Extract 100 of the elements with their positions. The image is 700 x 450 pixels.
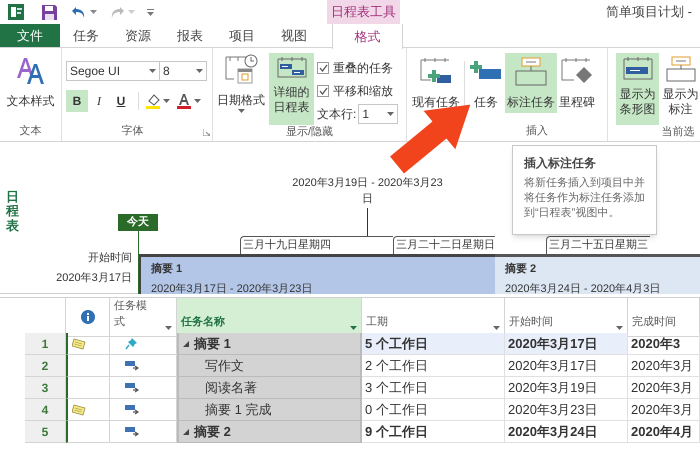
ribbon-tab[interactable]: 报表	[164, 24, 216, 47]
caret-icon	[90, 10, 97, 14]
save-icon[interactable]	[42, 4, 57, 20]
group-label: 插入	[525, 124, 549, 139]
collapse-icon[interactable]	[183, 428, 189, 434]
dialog-launcher-icon[interactable]	[203, 129, 210, 136]
row-number[interactable]: 3	[25, 377, 66, 399]
table-cell: 0 个工作日	[362, 399, 505, 421]
table-cell: 2020年3	[628, 333, 700, 355]
font-color-icon[interactable]	[176, 93, 192, 109]
ribbon-tab[interactable]: 任务	[60, 24, 112, 47]
callout-task-icon	[664, 56, 696, 82]
callout-task-icon	[514, 57, 548, 87]
date-format-button[interactable]: 日期格式	[213, 53, 269, 125]
table-cell: 5 个工作日	[362, 333, 505, 355]
auto-schedule-icon	[125, 404, 140, 415]
task-name: 摘要 2	[194, 422, 231, 441]
bar-dates: 2020年3月24日 - 2020年4月3日	[505, 282, 660, 296]
table-cell: 2 个工作日	[362, 355, 505, 377]
insert-button[interactable]: 里程碑	[557, 53, 597, 113]
bar-title: 摘要 1	[151, 262, 182, 277]
start-date: 2020年3月17日	[56, 271, 132, 286]
timeline-side-label: 日程表	[6, 190, 19, 233]
task-name: 写作文	[205, 356, 244, 375]
caret-icon	[149, 69, 156, 73]
collapse-icon[interactable]	[183, 340, 189, 346]
tooltip-body: 将新任务插入到项目中并将任务作为标注任务添加到“日程表”视图中。	[524, 176, 645, 221]
text-styles-button[interactable]: 文本样式	[6, 56, 54, 110]
tooltip-title: 插入标注任务	[524, 155, 597, 172]
undo-icon[interactable]	[71, 5, 87, 19]
calendar-clock-icon	[224, 53, 258, 85]
text-lines-label: 文本行:	[317, 106, 356, 123]
today-marker: 今天	[118, 214, 158, 231]
row-number[interactable]: 5	[25, 421, 66, 443]
caret-icon	[616, 326, 623, 330]
caret-icon	[350, 326, 357, 330]
display-button[interactable]: 显示为标注	[659, 53, 700, 125]
highlight-color-icon[interactable]	[145, 93, 161, 109]
ribbon-tab[interactable]: 格式	[332, 24, 403, 49]
text-styles-icon	[14, 56, 46, 86]
caret-icon	[165, 326, 172, 330]
start-label: 开始时间	[88, 251, 132, 266]
task-name: 阅读名著	[205, 378, 257, 397]
group-label: 字体	[120, 124, 144, 139]
ribbon-tab[interactable]: 资源	[112, 24, 164, 47]
app-icon[interactable]	[8, 4, 24, 20]
timeline-bar[interactable]: 摘要 1 2020年3月17日 - 2020年3月23日	[139, 254, 495, 294]
context-tab-header: 日程表工具	[327, 0, 400, 24]
timeline-bars-icon	[276, 56, 308, 80]
ribbon-tab[interactable]: 项目	[216, 24, 268, 47]
insert-button[interactable]: 标注任务	[505, 53, 557, 113]
info-icon	[80, 310, 94, 324]
row-number[interactable]: 2	[25, 355, 66, 377]
auto-schedule-icon	[125, 382, 140, 393]
table-cell: 9 个工作日	[362, 421, 505, 443]
auto-schedule-icon	[125, 360, 140, 371]
note-icon	[72, 338, 86, 350]
timeline-bar[interactable]: 摘要 2 2020年3月24日 - 2020年4月3日	[495, 254, 700, 294]
table-cell: 2020年3月	[628, 377, 700, 399]
pin-icon	[125, 337, 138, 350]
table-cell: 3 个工作日	[362, 377, 505, 399]
checkbox[interactable]	[317, 84, 329, 96]
text-lines-field[interactable]: 1	[358, 104, 398, 124]
caret-icon	[238, 109, 244, 113]
table-cell: 2020年3月19日	[505, 377, 628, 399]
window-title: 简单项目计划 -	[606, 3, 692, 22]
bar-title: 摘要 2	[505, 262, 536, 277]
ribbon-tab[interactable]: 文件	[0, 24, 60, 47]
caret-icon	[128, 10, 135, 14]
checkbox-label[interactable]: 重叠的任务	[333, 58, 393, 76]
checkbox[interactable]	[317, 62, 329, 74]
caret-icon	[194, 98, 201, 103]
checkbox-label[interactable]: 平移和缩放	[333, 82, 393, 100]
task-name: 摘要 1 完成	[205, 400, 272, 419]
column-header[interactable]: 完成时间	[628, 298, 700, 337]
font-size-field[interactable]: 8	[159, 61, 207, 81]
auto-schedule-icon	[125, 426, 140, 437]
caret-icon	[387, 112, 394, 116]
table-cell: 2020年4月	[628, 421, 700, 443]
format-button[interactable]: I	[88, 90, 110, 112]
format-button[interactable]: B	[66, 90, 88, 112]
row-number[interactable]: 1	[25, 333, 66, 355]
ribbon-tab[interactable]: 视图	[268, 24, 320, 47]
table-cell: 2020年3月17日	[505, 355, 628, 377]
group-label: 显示/隐藏	[284, 125, 334, 140]
group-label: 文本	[18, 124, 42, 139]
insert-button[interactable]: 现有任务	[410, 53, 462, 113]
timeline-bar-icon	[622, 56, 654, 82]
table-cell: 2020年3月24日	[505, 421, 628, 443]
caret-icon	[163, 98, 170, 103]
table-cell: 2020年3月	[628, 355, 700, 377]
insert-button[interactable]: 任务	[467, 53, 505, 113]
font-name-field[interactable]: Segoe UI	[66, 61, 160, 81]
display-button[interactable]: 显示为条形图	[616, 53, 659, 125]
detailed-timeline-button[interactable]: 详细的日程表	[269, 53, 314, 125]
row-number[interactable]: 4	[25, 399, 66, 421]
format-button[interactable]: U	[110, 90, 132, 112]
table-cell: 2020年3月	[628, 399, 700, 421]
group-label: 当前选	[660, 125, 696, 140]
customize-icon[interactable]	[147, 8, 154, 16]
